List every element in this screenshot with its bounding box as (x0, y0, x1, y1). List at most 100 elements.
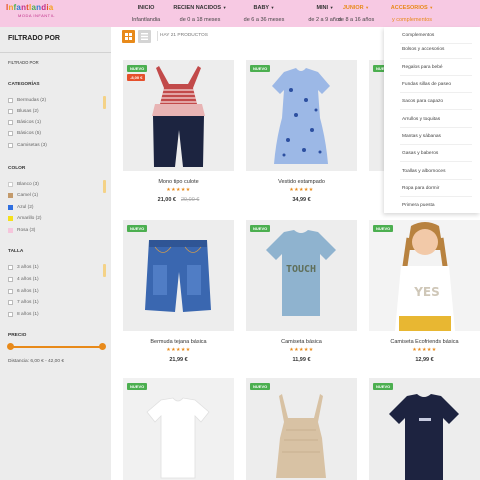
product-card[interactable]: NUEVO -8,00 € Mono tipo culote ★★★★★ 21,… (123, 60, 234, 203)
menu-item-toallas[interactable]: Toallas y albornoces (402, 169, 445, 174)
color-swatch[interactable] (8, 192, 13, 198)
nav-accesorios[interactable]: ACCESORIOS ▼ y complementos (384, 0, 440, 27)
checkbox[interactable] (8, 276, 13, 282)
nav-inicio[interactable]: INICIO Infantlandia (128, 0, 164, 27)
checkbox[interactable] (8, 299, 13, 305)
color-scrollbar[interactable] (103, 180, 106, 193)
menu-item-regalos[interactable]: Regalos para bebé (402, 65, 443, 70)
filter-color[interactable]: Camel (1) (8, 191, 38, 199)
filter-size[interactable]: 7 años (1) (8, 298, 39, 306)
menu-item-primera-puesta[interactable]: Primera puesta (402, 203, 435, 208)
new-badge: NUEVO (127, 383, 148, 390)
nav-label-wrap: RECIEN NACIDOS ▼ (172, 5, 228, 11)
grid-icon (125, 33, 132, 40)
product-image[interactable]: TOUCH NUEVO (246, 220, 357, 331)
menu-item-bolsos[interactable]: Bolsos y accesorios (402, 47, 444, 52)
divider (400, 75, 472, 76)
menu-item-arrullos[interactable]: Arrullos y toquitas (402, 117, 440, 122)
product-image[interactable]: NUEVO (369, 378, 480, 480)
product-card[interactable]: TOUCH NUEVO Camiseta básica ★★★★★ 11,99 … (246, 220, 357, 363)
price-slider-max-handle[interactable] (99, 343, 106, 350)
product-name[interactable]: Bermuda tejana básica (123, 339, 234, 345)
nav-recien-nacidos[interactable]: RECIEN NACIDOS ▼ de 0 a 18 meses (172, 0, 228, 27)
menu-item-fundas[interactable]: Fundas sillas de paseo (402, 82, 451, 87)
top-illustration (276, 394, 326, 478)
product-card[interactable]: NUEVO (369, 378, 480, 480)
color-swatch[interactable] (8, 204, 13, 210)
product-card[interactable]: NUEVO Bermuda tejana básica ★★★★★ 21,99 … (123, 220, 234, 363)
menu-item-gasas[interactable]: Gasas y baberos (402, 151, 438, 156)
menu-item-ropa-dormir[interactable]: Ropa para dormir (402, 186, 439, 191)
price-slider-min-handle[interactable] (7, 343, 14, 350)
shorts-illustration (145, 240, 211, 312)
categories-scrollbar[interactable] (103, 96, 106, 109)
product-image[interactable]: YES NUEVO (369, 220, 480, 331)
nav-junior[interactable]: JUNIOR ▼ de 8 a 16 años (326, 0, 386, 27)
checkbox[interactable] (8, 130, 13, 136)
checkbox[interactable] (8, 311, 13, 317)
filter-size[interactable]: 3 años (1) (8, 263, 39, 271)
new-badge: NUEVO (250, 225, 271, 232)
logo-title: Infantlandia (6, 3, 60, 13)
divider (400, 196, 472, 197)
filter-label: Camisetas (3) (17, 142, 47, 148)
logo-letter: a (48, 3, 54, 12)
filter-size[interactable]: 8 años (1) (8, 310, 39, 318)
filter-category[interactable]: Básicos (5) (8, 129, 41, 137)
price-slider-track[interactable] (10, 346, 102, 348)
color-swatch[interactable] (8, 181, 13, 187)
product-price-row: 11,99 € (246, 357, 357, 363)
menu-item-complementos[interactable]: Complementos (402, 33, 434, 38)
product-image[interactable]: NUEVO (123, 220, 234, 331)
product-image[interactable]: NUEVO (246, 60, 357, 171)
checkbox[interactable] (8, 288, 13, 294)
checkbox[interactable] (8, 119, 13, 125)
chevron-down-icon: ▼ (429, 5, 434, 10)
product-price-row: 21,00 € 29,00 € (123, 197, 234, 203)
color-swatch[interactable] (8, 215, 13, 221)
size-scrollbar[interactable] (103, 264, 106, 277)
filter-color[interactable]: Blanco (3) (8, 180, 39, 188)
filter-size[interactable]: 6 años (1) (8, 287, 39, 295)
product-name[interactable]: Vestido estampado (246, 179, 357, 185)
menu-item-mantas[interactable]: Mantas y sábanas (402, 134, 441, 139)
filter-category[interactable]: Bermudas (2) (8, 96, 46, 104)
checkbox[interactable] (8, 264, 13, 270)
filter-color[interactable]: Rosa (3) (8, 226, 35, 234)
filter-label: 4 años (1) (17, 276, 39, 282)
filter-label: Blanco (3) (17, 181, 39, 187)
rating-stars: ★★★★★ (166, 347, 191, 353)
filter-label: 6 años (1) (17, 288, 39, 294)
color-swatch[interactable] (8, 227, 13, 233)
child-model-illustration: YES (395, 222, 455, 331)
product-card[interactable]: NUEVO (123, 378, 234, 480)
filter-by-label: FILTRADO POR (8, 60, 39, 65)
product-card[interactable]: YES NUEVO Camiseta Ecofriends básica ★★★… (369, 220, 480, 363)
nav-baby[interactable]: BABY ▼ de 6 a 36 meses (238, 0, 290, 27)
checkbox[interactable] (8, 97, 13, 103)
filter-category[interactable]: Camisetas (3) (8, 141, 47, 149)
brand-logo[interactable]: Infantlandia MODA INFANTIL (6, 3, 60, 25)
product-image[interactable]: NUEVO (246, 378, 357, 480)
product-price: 21,00 € (157, 197, 176, 203)
product-card[interactable]: NUEVO (246, 378, 357, 480)
product-card[interactable]: NUEVO Vestido estampado ★★★★★ 34,99 € (246, 60, 357, 203)
checkbox[interactable] (8, 108, 13, 114)
nav-label: BABY (253, 5, 270, 11)
product-name[interactable]: Camiseta básica (246, 339, 357, 345)
filter-category[interactable]: Blusas (2) (8, 107, 39, 115)
filter-label: 3 años (1) (17, 264, 39, 270)
grid-view-button[interactable] (122, 30, 135, 43)
filter-color[interactable]: Azul (2) (8, 203, 34, 211)
product-image[interactable]: NUEVO (123, 378, 234, 480)
list-view-button[interactable] (138, 30, 151, 43)
filter-color[interactable]: Amarillo (2) (8, 214, 42, 222)
product-name[interactable]: Camiseta Ecofriends básica (369, 339, 480, 345)
nav-label-wrap: JUNIOR ▼ (326, 5, 386, 11)
product-name[interactable]: Mono tipo culote (123, 179, 234, 185)
checkbox[interactable] (8, 142, 13, 148)
menu-item-sacos[interactable]: Sacos para capazo (402, 99, 443, 104)
product-image[interactable]: NUEVO -8,00 € (123, 60, 234, 171)
filter-size[interactable]: 4 años (1) (8, 275, 39, 283)
filter-category[interactable]: Básicos (1) (8, 118, 41, 126)
